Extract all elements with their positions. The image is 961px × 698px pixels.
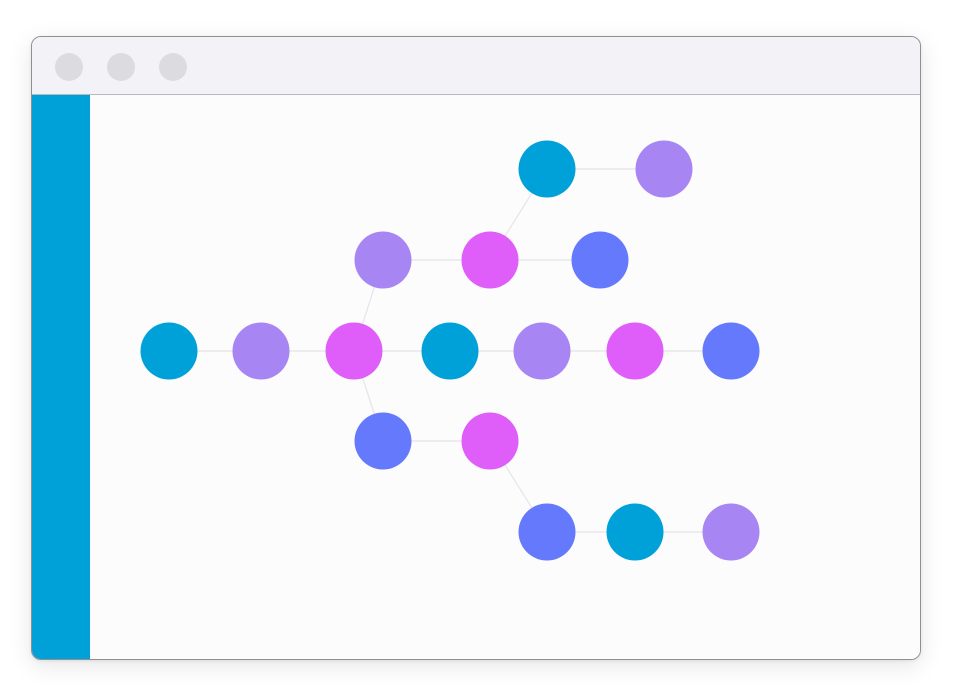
- node-graph-diagram: [140, 140, 760, 561]
- close-window-button[interactable]: [55, 53, 83, 81]
- graph-node-n3[interactable]: [354, 231, 412, 289]
- graph-canvas: [90, 95, 920, 659]
- zoom-window-button[interactable]: [159, 53, 187, 81]
- title-bar: [32, 37, 920, 95]
- graph-node-n15[interactable]: [518, 503, 576, 561]
- browser-window: [31, 36, 921, 660]
- graph-node-n10[interactable]: [513, 322, 571, 380]
- graph-node-n7[interactable]: [232, 322, 290, 380]
- graph-node-n8[interactable]: [325, 322, 383, 380]
- graph-node-n17[interactable]: [702, 503, 760, 561]
- graph-node-n2[interactable]: [635, 140, 693, 198]
- graph-node-n4[interactable]: [461, 231, 519, 289]
- graph-node-n12[interactable]: [702, 322, 760, 380]
- minimize-window-button[interactable]: [107, 53, 135, 81]
- graph-node-n11[interactable]: [606, 322, 664, 380]
- graph-node-n14[interactable]: [461, 412, 519, 470]
- sidebar: [32, 95, 90, 659]
- graph-node-n13[interactable]: [354, 412, 412, 470]
- graph-node-n5[interactable]: [571, 231, 629, 289]
- graph-node-n9[interactable]: [421, 322, 479, 380]
- graph-node-n1[interactable]: [518, 140, 576, 198]
- graph-node-n16[interactable]: [606, 503, 664, 561]
- graph-node-n6[interactable]: [140, 322, 198, 380]
